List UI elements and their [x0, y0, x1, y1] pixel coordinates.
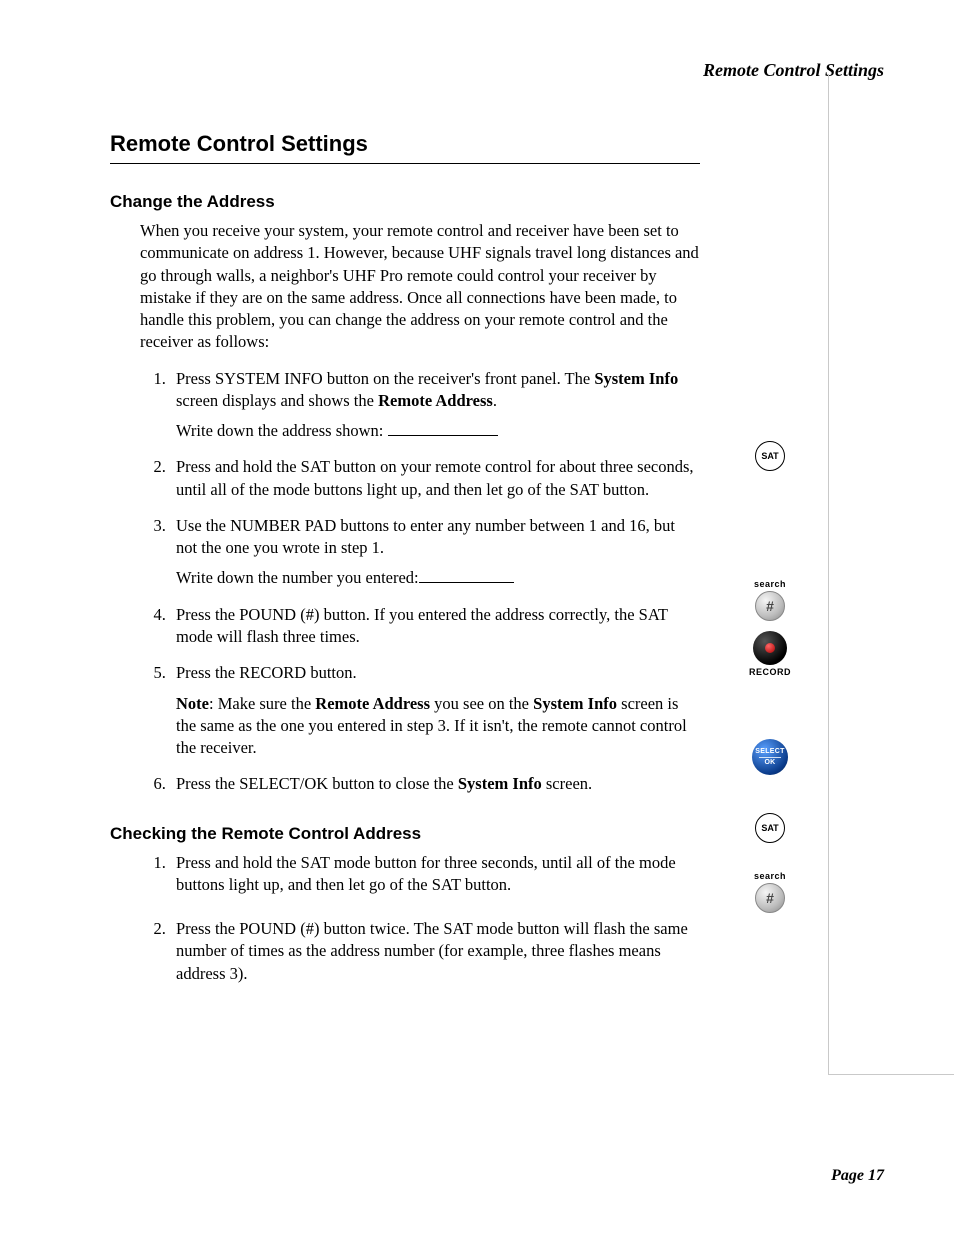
section-title: Remote Control Settings [110, 131, 700, 164]
keycap-sat: SAT [639, 605, 668, 624]
running-header: Remote Control Settings [110, 60, 894, 81]
pound-icon: # [755, 883, 785, 913]
keycap-pound: POUND (#) [239, 605, 319, 624]
keycap-sat: SAT [432, 875, 461, 894]
text: screen. [542, 774, 592, 793]
page-footer: Page 17 [831, 1167, 884, 1185]
note-block: Note: Make sure the Remote Address you s… [176, 693, 700, 760]
record-label: RECORD [730, 667, 810, 677]
keycap-select-ok: SELECT/OK [239, 774, 328, 793]
bold-system-info: System Info [533, 694, 617, 713]
sat-button-icon: SAT [730, 441, 810, 471]
keycap-number-pad: NUMBER PAD [230, 516, 336, 535]
check-step-2: Press the POUND (#) button twice. The SA… [170, 918, 700, 985]
text: button to close the [328, 774, 458, 793]
select-button-icon: SELECT OK [730, 739, 810, 775]
blank-line [419, 568, 514, 584]
step-2: Press and hold the SAT button on your re… [170, 456, 700, 501]
sat-icon: SAT [755, 813, 785, 843]
text: button twice. The [319, 919, 443, 938]
record-button-icon: RECORD [730, 631, 810, 677]
text: Press and hold the [176, 853, 301, 872]
write-down-label: Write down the number you entered: [176, 568, 419, 587]
keycap-system-info: SYSTEM INFO [215, 369, 323, 388]
text: you see on the [430, 694, 533, 713]
intro-paragraph: When you receive your system, your remot… [140, 220, 700, 354]
pound-icon: # [755, 591, 785, 621]
step-1: Press SYSTEM INFO button on the receiver… [170, 368, 700, 443]
check-step-1: Press and hold the SAT mode button for t… [170, 852, 700, 897]
search-label: search [730, 871, 810, 881]
select-ok-icon: SELECT OK [752, 739, 788, 775]
steps-list-checking: Press and hold the SAT mode button for t… [110, 852, 700, 985]
pound-button-icon-2: search # [730, 871, 810, 913]
text: button. [306, 663, 356, 682]
text: Press and hold the [176, 457, 301, 476]
text: button. If you entered the address corre… [319, 605, 638, 624]
steps-list-change-address: Press SYSTEM INFO button on the receiver… [110, 368, 700, 796]
text: Press the [176, 774, 239, 793]
select-divider [759, 757, 781, 758]
text: Press the [176, 919, 239, 938]
keycap-sat: SAT [570, 480, 599, 499]
step-4: Press the POUND (#) button. If you enter… [170, 604, 700, 649]
blank-line [388, 420, 498, 436]
bold-remote-address: Remote Address [315, 694, 430, 713]
bold-system-info: System Info [458, 774, 542, 793]
write-down-label: Write down the address shown: [176, 421, 388, 440]
text: mode will flash three times. [176, 627, 360, 646]
keycap-sat: SAT [301, 853, 330, 872]
page: Remote Control Settings Remote Control S… [0, 0, 954, 1235]
text: button. [599, 480, 649, 499]
select-top-label: SELECT [755, 748, 784, 755]
record-dot-icon [765, 643, 775, 653]
step-6: Press the SELECT/OK button to close the … [170, 773, 700, 795]
text: . [493, 391, 497, 410]
margin-box [828, 74, 954, 1075]
record-icon [753, 631, 787, 665]
keycap-record: RECORD [239, 663, 306, 682]
note-label: Note [176, 694, 209, 713]
sat-icon: SAT [755, 441, 785, 471]
search-label: search [730, 579, 810, 589]
text: Press [176, 369, 215, 388]
text: Use the [176, 516, 230, 535]
text: : Make sure the [209, 694, 315, 713]
pound-button-icon: search # [730, 579, 810, 621]
keycap-sat: SAT [443, 919, 472, 938]
subsection-checking-address: Checking the Remote Control Address [110, 824, 700, 844]
text: button. [461, 875, 511, 894]
select-bottom-label: OK [764, 759, 775, 766]
sat-button-icon-2: SAT [730, 813, 810, 843]
subsection-change-address: Change the Address [110, 192, 700, 212]
content-row: Remote Control Settings Change the Addre… [110, 131, 894, 999]
step-3: Use the NUMBER PAD buttons to enter any … [170, 515, 700, 590]
step-5: Press the RECORD button. Note: Make sure… [170, 662, 700, 759]
text: Press the [176, 605, 239, 624]
bold-system-info: System Info [594, 369, 678, 388]
keycap-sat: SAT [301, 457, 330, 476]
bold-remote-address: Remote Address [378, 391, 493, 410]
text: screen displays and shows the [176, 391, 378, 410]
keycap-pound: POUND (#) [239, 919, 319, 938]
text: button on the receiver's front panel. Th… [323, 369, 595, 388]
text: Press the [176, 663, 239, 682]
main-column: Remote Control Settings Change the Addre… [110, 131, 710, 999]
